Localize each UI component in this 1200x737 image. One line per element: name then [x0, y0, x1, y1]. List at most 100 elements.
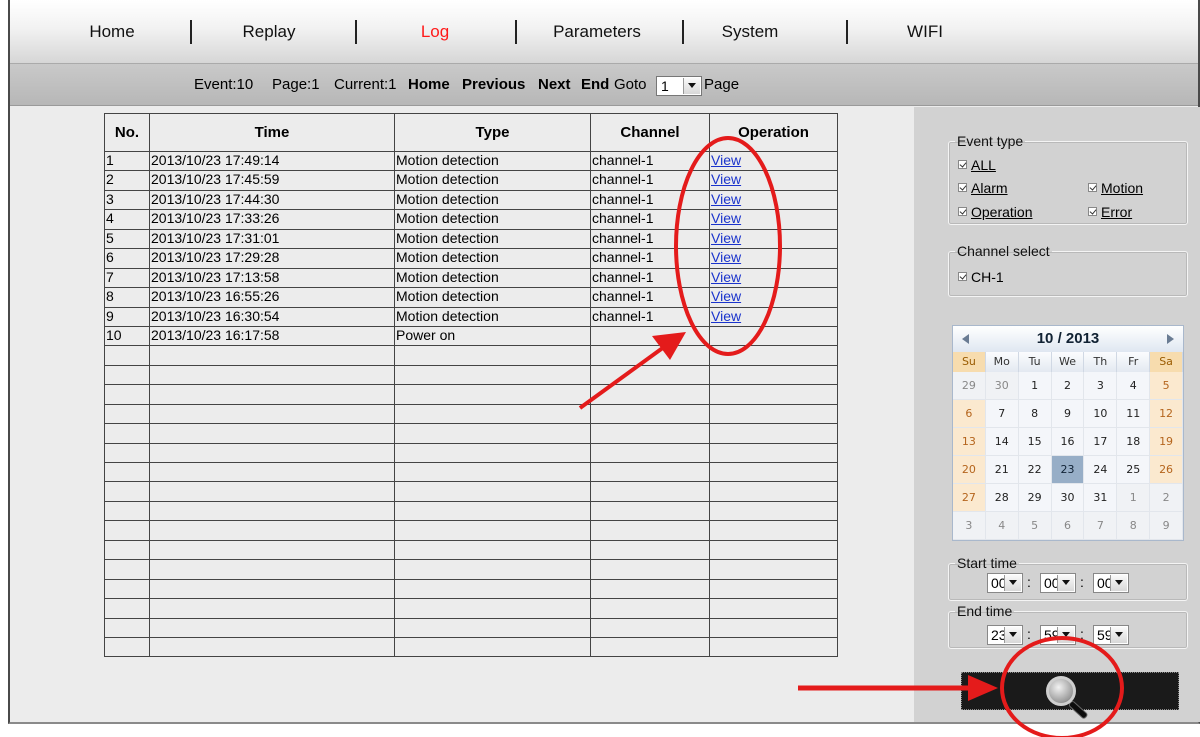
- nav-wifi[interactable]: WIFI: [900, 20, 950, 44]
- calendar-day[interactable]: 23: [1051, 456, 1085, 484]
- goto-page-select[interactable]: 1: [656, 76, 702, 96]
- view-link[interactable]: View: [711, 230, 741, 246]
- calendar-day[interactable]: 14: [985, 428, 1019, 456]
- chevron-down-icon[interactable]: [683, 78, 700, 94]
- calendar-day[interactable]: 10: [1084, 400, 1118, 428]
- cell-type: Motion detection: [394, 151, 591, 172]
- calendar-day[interactable]: 11: [1117, 400, 1151, 428]
- calendar-day[interactable]: 4: [985, 512, 1019, 540]
- checkbox-all[interactable]: ALL: [958, 157, 996, 173]
- calendar-day[interactable]: 24: [1084, 456, 1118, 484]
- calendar-day[interactable]: 19: [1150, 428, 1183, 456]
- calendar-day[interactable]: 26: [1150, 456, 1183, 484]
- calendar-day[interactable]: 8: [1117, 512, 1151, 540]
- calendar-day[interactable]: 21: [985, 456, 1019, 484]
- chevron-down-icon[interactable]: [1057, 575, 1074, 591]
- calendar-day[interactable]: 31: [1084, 484, 1118, 512]
- calendar-day[interactable]: 12: [1150, 400, 1183, 428]
- checkbox-ch1[interactable]: CH-1: [958, 269, 1004, 285]
- pager-previous-link[interactable]: Previous: [462, 76, 525, 93]
- table-row: 4 2013/10/23 17:33:26 Motion detection chan…: [104, 209, 838, 230]
- end-hour-select[interactable]: 23: [987, 625, 1023, 645]
- empty-cell: [590, 598, 710, 619]
- calendar-day[interactable]: 27: [953, 484, 986, 512]
- page-indicator: Page:1: [272, 76, 320, 93]
- channel-select-legend: Channel select: [957, 243, 1050, 259]
- calendar-day[interactable]: 6: [953, 400, 986, 428]
- view-link[interactable]: View: [711, 249, 741, 265]
- calendar-day[interactable]: 2: [1150, 484, 1183, 512]
- goto-label: Goto: [614, 76, 647, 93]
- chevron-down-icon[interactable]: [1110, 627, 1127, 643]
- calendar-day[interactable]: 20: [953, 456, 986, 484]
- calendar-day[interactable]: 7: [985, 400, 1019, 428]
- start-second-select[interactable]: 00: [1093, 573, 1129, 593]
- cell-operation: View: [709, 248, 838, 269]
- view-link[interactable]: View: [711, 171, 741, 187]
- calendar-day[interactable]: 29: [953, 372, 986, 400]
- calendar-day[interactable]: 3: [1084, 372, 1118, 400]
- end-second-select[interactable]: 59: [1093, 625, 1129, 645]
- nav-replay[interactable]: Replay: [224, 20, 314, 44]
- checkbox-operation[interactable]: Operation: [958, 204, 1032, 220]
- search-button[interactable]: [961, 672, 1179, 720]
- checkbox-error[interactable]: Error: [1088, 204, 1132, 220]
- table-row-empty: [104, 404, 838, 425]
- calendar-day[interactable]: 15: [1018, 428, 1052, 456]
- checkbox-motion[interactable]: Motion: [1088, 180, 1143, 196]
- view-link[interactable]: View: [711, 210, 741, 226]
- empty-cell: [104, 618, 150, 638]
- nav-log[interactable]: Log: [410, 20, 460, 44]
- table-row-empty: [104, 598, 838, 619]
- chevron-down-icon[interactable]: [1110, 575, 1127, 591]
- calendar-day[interactable]: 2: [1051, 372, 1085, 400]
- calendar-day[interactable]: 3: [953, 512, 986, 540]
- checkbox-all-label: ALL: [971, 157, 996, 173]
- next-month-icon[interactable]: [1167, 334, 1174, 344]
- calendar-day[interactable]: 7: [1084, 512, 1118, 540]
- view-link[interactable]: View: [711, 152, 741, 168]
- start-hour-select[interactable]: 00: [987, 573, 1023, 593]
- calendar-day[interactable]: 5: [1018, 512, 1052, 540]
- pager-next-link[interactable]: Next: [538, 76, 571, 93]
- calendar-weekday: Su: [953, 352, 986, 372]
- view-link[interactable]: View: [711, 269, 741, 285]
- empty-cell: [149, 559, 395, 580]
- calendar-day[interactable]: 28: [985, 484, 1019, 512]
- chevron-down-icon[interactable]: [1057, 627, 1074, 643]
- nav-system[interactable]: System: [710, 20, 790, 44]
- calendar-day[interactable]: 1: [1117, 484, 1151, 512]
- checkbox-alarm[interactable]: Alarm: [958, 180, 1008, 196]
- chevron-down-icon[interactable]: [1004, 575, 1021, 591]
- calendar-day[interactable]: 29: [1018, 484, 1052, 512]
- calendar-day[interactable]: 8: [1018, 400, 1052, 428]
- calendar-day[interactable]: 25: [1117, 456, 1151, 484]
- calendar-day[interactable]: 22: [1018, 456, 1052, 484]
- start-minute-select[interactable]: 00: [1040, 573, 1076, 593]
- pager-home-link[interactable]: Home: [408, 76, 450, 93]
- end-minute-select[interactable]: 59: [1040, 625, 1076, 645]
- cell-time: 2013/10/23 17:49:14: [149, 151, 395, 172]
- calendar-day[interactable]: 30: [1051, 484, 1085, 512]
- calendar-day[interactable]: 5: [1150, 372, 1183, 400]
- calendar-day[interactable]: 16: [1051, 428, 1085, 456]
- cell-channel: channel-1: [590, 170, 710, 191]
- nav-parameters[interactable]: Parameters: [542, 20, 652, 44]
- calendar-day[interactable]: 6: [1051, 512, 1085, 540]
- calendar-day[interactable]: 30: [985, 372, 1019, 400]
- checkbox-error-label: Error: [1101, 204, 1133, 220]
- calendar-day[interactable]: 9: [1051, 400, 1085, 428]
- calendar-day[interactable]: 13: [953, 428, 986, 456]
- calendar-day[interactable]: 18: [1117, 428, 1151, 456]
- calendar-day[interactable]: 4: [1117, 372, 1151, 400]
- calendar-day[interactable]: 9: [1150, 512, 1183, 540]
- view-link[interactable]: View: [711, 288, 741, 304]
- nav-home[interactable]: Home: [82, 20, 142, 44]
- calendar-day[interactable]: 17: [1084, 428, 1118, 456]
- view-link[interactable]: View: [711, 191, 741, 207]
- chevron-down-icon[interactable]: [1004, 627, 1021, 643]
- prev-month-icon[interactable]: [962, 334, 969, 344]
- view-link[interactable]: View: [711, 308, 741, 324]
- pager-end-link[interactable]: End: [581, 76, 609, 93]
- calendar-day[interactable]: 1: [1018, 372, 1052, 400]
